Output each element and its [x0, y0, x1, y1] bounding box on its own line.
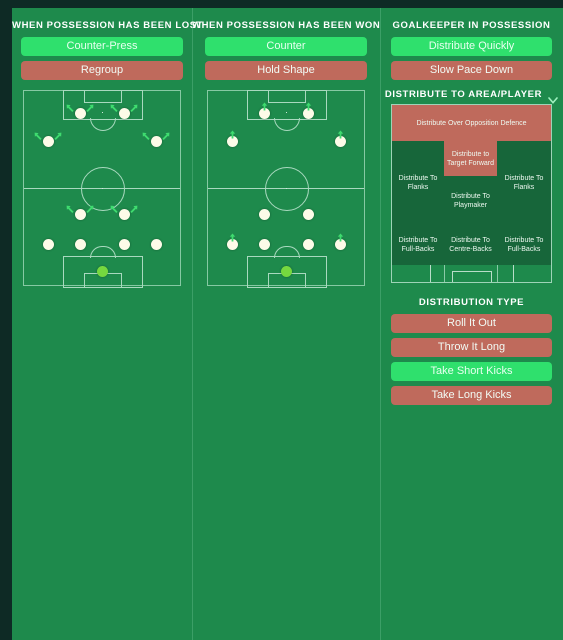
player-marker-mid-right[interactable] — [303, 209, 314, 220]
bottom-d-arc — [90, 246, 116, 258]
top-penalty-spot — [102, 112, 103, 113]
distribute-area-header[interactable]: DISTRIBUTE TO AREA/PLAYER — [380, 85, 563, 104]
option-take-short-kicks[interactable]: Take Short Kicks — [391, 362, 552, 381]
player-marker-back-cr[interactable] — [119, 239, 130, 250]
cell-distribute-to-full-backs-right-label: Distribute To Full-Backs — [504, 237, 544, 253]
section-title-distribution-type: DISTRIBUTION TYPE — [418, 297, 525, 308]
chevron-down-icon[interactable] — [548, 91, 558, 104]
movement-arrow-up-icon — [304, 98, 313, 111]
movement-arrow-up-icon — [260, 98, 269, 111]
movement-arrow-up-left-icon — [66, 201, 75, 213]
movement-arrow-up-icon — [228, 229, 237, 242]
centre-spot — [286, 188, 287, 189]
column-possession-won: WHEN POSSESSION HAS BEEN WON Counter Hol… — [192, 8, 380, 640]
option-regroup[interactable]: Regroup — [21, 61, 183, 80]
cell-distribute-to-full-backs-right[interactable]: Distribute To Full-Backs — [497, 225, 551, 265]
tactics-panel: WHEN POSSESSION HAS BEEN LOST Counter-Pr… — [12, 8, 563, 640]
cell-distribute-to-centre-backs[interactable]: Distribute To Centre-Backs — [444, 225, 497, 265]
pitch-possession-won-graphic — [207, 90, 365, 288]
option-take-long-kicks[interactable]: Take Long Kicks — [391, 386, 552, 405]
pitch-possession-lost[interactable] — [12, 90, 192, 288]
pitch-possession-lost-graphic — [23, 90, 181, 288]
cell-distribute-to-full-backs-left[interactable]: Distribute To Full-Backs — [392, 225, 444, 265]
player-marker-back-cr[interactable] — [303, 239, 314, 250]
cell-distribute-over-opposition-defence-label: Distribute Over Opposition Defence — [416, 119, 527, 127]
option-hold-shape[interactable]: Hold Shape — [205, 61, 367, 80]
top-d-arc — [90, 118, 116, 131]
player-marker-goalkeeper[interactable] — [97, 266, 108, 277]
section-title-possession-lost: WHEN POSSESSION HAS BEEN LOST — [12, 20, 204, 31]
option-throw-it-long[interactable]: Throw It Long — [391, 338, 552, 357]
option-roll-it-out[interactable]: Roll It Out — [391, 314, 552, 333]
distribute-area-title: DISTRIBUTE TO AREA/PLAYER — [384, 89, 543, 100]
grid-bottom-six-yard — [452, 271, 492, 282]
centre-circle — [265, 167, 309, 211]
movement-arrow-up-right-icon — [161, 128, 170, 140]
option-counter[interactable]: Counter — [205, 37, 367, 56]
movement-arrow-up-right-icon — [53, 128, 62, 140]
movement-arrow-up-right-icon — [85, 201, 94, 213]
movement-arrow-up-right-icon — [129, 201, 138, 213]
option-counter-press[interactable]: Counter-Press — [21, 37, 183, 56]
movement-arrow-up-left-icon — [142, 128, 151, 140]
pitch-possession-won[interactable] — [192, 90, 380, 288]
option-slow-pace-down[interactable]: Slow Pace Down — [391, 61, 552, 80]
player-marker-goalkeeper[interactable] — [281, 266, 292, 277]
cell-distribute-to-playmaker-label: Distribute To Playmaker — [451, 192, 490, 209]
top-penalty-spot — [286, 112, 287, 113]
column-goalkeeper: GOALKEEPER IN POSSESSION Distribute Quic… — [380, 8, 563, 640]
player-marker-back-cl[interactable] — [259, 239, 270, 250]
bottom-d-arc — [274, 246, 300, 258]
cell-distribute-to-flanks-left-label: Distribute To Flanks — [398, 175, 438, 191]
cell-distribute-to-flanks-left[interactable]: Distribute To Flanks — [392, 141, 444, 225]
movement-arrow-up-left-icon — [110, 100, 119, 112]
movement-arrow-up-right-icon — [129, 100, 138, 112]
movement-arrow-up-left-icon — [66, 100, 75, 112]
tactics-columns: WHEN POSSESSION HAS BEEN LOST Counter-Pr… — [12, 8, 563, 640]
cell-distribute-over-opposition-defence[interactable]: Distribute Over Opposition Defence — [392, 105, 551, 141]
movement-arrow-up-icon — [336, 126, 345, 139]
movement-arrow-up-right-icon — [85, 100, 94, 112]
cell-distribute-to-flanks-right-label: Distribute To Flanks — [504, 175, 544, 191]
section-title-possession-won: WHEN POSSESSION HAS BEEN WON — [192, 20, 381, 31]
cell-distribute-to-centre-backs-label: Distribute To Centre-Backs — [449, 237, 492, 253]
player-marker-back-cl[interactable] — [75, 239, 86, 250]
section-title-goalkeeper: GOALKEEPER IN POSSESSION — [392, 20, 551, 31]
player-marker-back-right[interactable] — [151, 239, 162, 250]
movement-arrow-up-left-icon — [110, 201, 119, 213]
movement-arrow-up-left-icon — [34, 128, 43, 140]
centre-spot — [102, 188, 103, 189]
player-marker-mid-left[interactable] — [259, 209, 270, 220]
movement-arrow-up-icon — [228, 126, 237, 139]
cell-distribute-to-full-backs-left-label: Distribute To Full-Backs — [398, 237, 438, 253]
cell-distribute-to-target-forward-label: Distribute to Target Forward — [446, 150, 495, 167]
column-possession-lost: WHEN POSSESSION HAS BEEN LOST Counter-Pr… — [12, 8, 204, 640]
cell-distribute-to-flanks-right[interactable]: Distribute To Flanks — [497, 141, 551, 225]
player-marker-back-left[interactable] — [43, 239, 54, 250]
cell-distribute-to-playmaker[interactable]: Distribute To Playmaker — [444, 176, 497, 225]
option-distribute-quickly[interactable]: Distribute Quickly — [391, 37, 552, 56]
movement-arrow-up-icon — [336, 229, 345, 242]
distribute-area-grid[interactable]: Distribute To Flanks Distribute To Flanks… — [391, 104, 552, 283]
top-d-arc — [274, 118, 300, 131]
top-six-yard-box — [268, 90, 306, 103]
cell-distribute-to-target-forward[interactable]: Distribute to Target Forward — [444, 141, 497, 176]
